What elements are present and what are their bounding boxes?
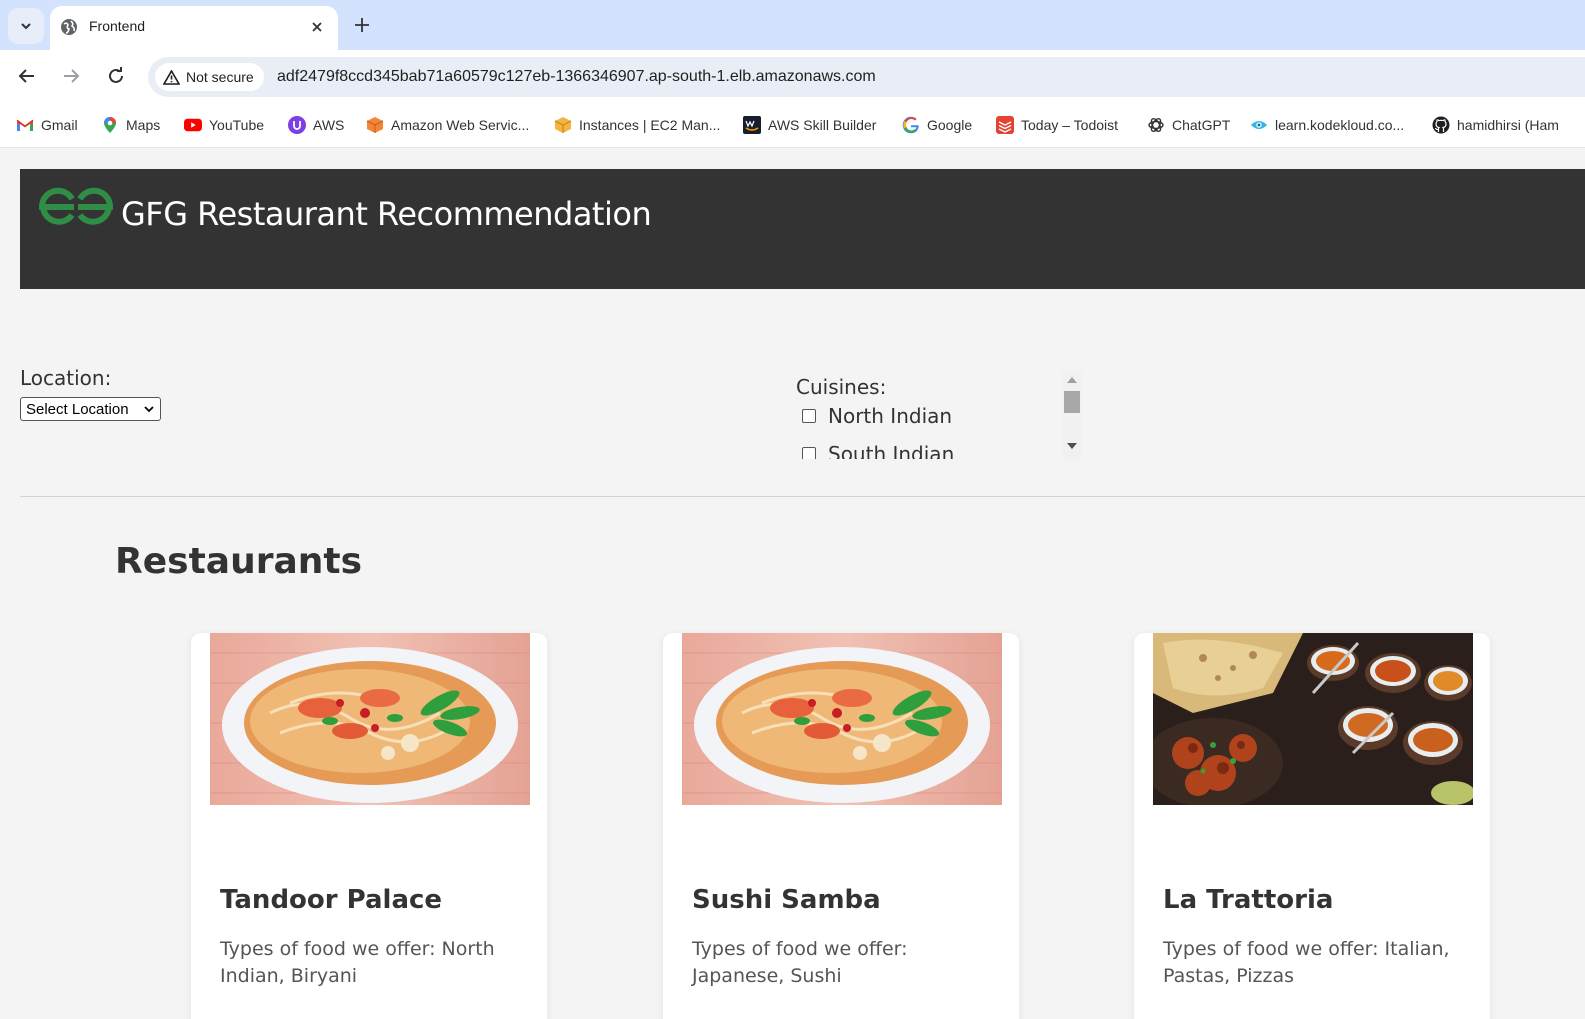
browser-toolbar: Not secure adf2479f8ccd345bab71a60579c12… bbox=[0, 50, 1585, 102]
bookmark-aws-skill-builder[interactable]: AWS Skill Builder bbox=[743, 114, 876, 136]
bookmark-label: Today – Todoist bbox=[1021, 117, 1119, 133]
location-select[interactable]: Select Location bbox=[20, 397, 161, 421]
kodekloud-icon bbox=[1250, 116, 1268, 134]
location-label: Location: bbox=[20, 366, 112, 390]
bookmark-amazon-web-services[interactable]: Amazon Web Servic... bbox=[366, 114, 529, 136]
bookmark-gmail[interactable]: Gmail bbox=[16, 114, 78, 136]
chevron-down-icon bbox=[144, 406, 154, 413]
google-icon bbox=[902, 116, 920, 134]
scroll-thumb[interactable] bbox=[1064, 391, 1080, 413]
close-icon[interactable] bbox=[306, 16, 328, 38]
divider bbox=[20, 496, 1585, 497]
restaurant-description: Types of food we offer: Italian, Pastas,… bbox=[1163, 938, 1450, 987]
bookmark-label: Amazon Web Servic... bbox=[391, 117, 530, 133]
restaurant-description: Types of food we offer: Japanese, Sushi bbox=[692, 938, 908, 987]
browser-tab[interactable]: Frontend bbox=[50, 6, 338, 50]
noodle-soup-image bbox=[210, 633, 530, 805]
scroll-up-arrow-icon[interactable] bbox=[1067, 377, 1077, 383]
bookmark-todoist[interactable]: Today – Todoist bbox=[996, 114, 1118, 136]
restaurant-description: Types of food we offer: North Indian, Bi… bbox=[220, 938, 495, 987]
bookmark-label: hamidhirsi (Ham bbox=[1457, 117, 1559, 133]
bookmark-chatgpt[interactable]: ChatGPT bbox=[1147, 114, 1230, 136]
gfg-logo-icon bbox=[38, 187, 114, 225]
location-select-value: Select Location bbox=[26, 400, 129, 418]
bookmarks-bar: Gmail Maps YouTube AWS Amazon Web Servic… bbox=[0, 102, 1585, 148]
restaurant-name: La Trattoria bbox=[1163, 885, 1334, 915]
cuisines-scrollbar[interactable] bbox=[1062, 371, 1082, 459]
bookmark-google[interactable]: Google bbox=[902, 114, 972, 136]
app-header: GFG Restaurant Recommendation bbox=[20, 169, 1585, 289]
github-icon bbox=[1432, 116, 1450, 134]
cuisine-option[interactable]: South Indian bbox=[802, 442, 954, 459]
tab-title: Frontend bbox=[89, 18, 146, 34]
restaurant-name: Sushi Samba bbox=[692, 885, 881, 915]
chevron-down-icon bbox=[21, 23, 31, 30]
page-title: GFG Restaurant Recommendation bbox=[121, 195, 652, 233]
forward-button[interactable] bbox=[57, 62, 85, 90]
bookmark-maps[interactable]: Maps bbox=[101, 114, 160, 136]
bookmark-label: Google bbox=[927, 117, 973, 133]
bookmark-youtube[interactable]: YouTube bbox=[184, 114, 264, 136]
url-text[interactable]: adf2479f8ccd345bab71a60579c127eb-1366346… bbox=[277, 68, 876, 86]
scroll-down-arrow-icon[interactable] bbox=[1067, 443, 1077, 449]
cuisine-checkbox[interactable] bbox=[802, 409, 816, 423]
aws-icon bbox=[288, 116, 306, 134]
page-content: GFG Restaurant Recommendation Location: … bbox=[0, 149, 1585, 1019]
bookmark-label: AWS bbox=[313, 117, 345, 133]
chatgpt-icon bbox=[1147, 116, 1165, 134]
reload-icon bbox=[109, 67, 123, 83]
security-chip[interactable]: Not secure bbox=[155, 63, 264, 91]
browser-tab-strip: Frontend bbox=[0, 0, 1585, 50]
bookmark-label: ChatGPT bbox=[1172, 117, 1231, 133]
cuisine-option[interactable]: North Indian bbox=[802, 404, 952, 428]
arrow-left-icon bbox=[18, 69, 34, 83]
maps-icon bbox=[101, 116, 119, 134]
bookmark-aws[interactable]: AWS bbox=[288, 114, 344, 136]
aws-skill-builder-icon bbox=[743, 116, 761, 134]
tab-search-button[interactable] bbox=[8, 8, 44, 44]
indian-platter-image bbox=[1153, 633, 1473, 805]
todoist-icon bbox=[996, 116, 1014, 134]
noodle-soup-image bbox=[682, 633, 1002, 805]
cuisine-label: North Indian bbox=[828, 404, 953, 428]
restaurants-heading: Restaurants bbox=[115, 541, 363, 582]
bookmark-label: Gmail bbox=[41, 117, 78, 133]
bookmark-label: AWS Skill Builder bbox=[768, 117, 877, 133]
address-bar[interactable]: Not secure adf2479f8ccd345bab71a60579c12… bbox=[148, 57, 1585, 97]
cuisine-checkbox[interactable] bbox=[802, 447, 816, 459]
restaurant-card[interactable]: Sushi Samba Types of food we offer: Japa… bbox=[663, 633, 1019, 1019]
bookmark-label: Instances | EC2 Man... bbox=[579, 117, 721, 133]
cuisines-label: Cuisines: bbox=[796, 375, 887, 399]
reload-button[interactable] bbox=[102, 62, 130, 90]
gmail-icon bbox=[16, 116, 34, 134]
back-button[interactable] bbox=[13, 62, 41, 90]
restaurant-card[interactable]: La Trattoria Types of food we offer: Ita… bbox=[1134, 633, 1490, 1019]
restaurant-name: Tandoor Palace bbox=[220, 885, 443, 915]
globe-icon bbox=[61, 19, 77, 35]
new-tab-button[interactable] bbox=[349, 12, 375, 38]
security-label: Not secure bbox=[186, 69, 254, 85]
bookmark-label: YouTube bbox=[209, 117, 265, 133]
restaurant-card[interactable]: Tandoor Palace Types of food we offer: N… bbox=[191, 633, 547, 1019]
plus-icon bbox=[355, 18, 369, 32]
bookmark-ec2-instances[interactable]: Instances | EC2 Man... bbox=[554, 114, 720, 136]
cuisine-label: South Indian bbox=[828, 442, 955, 459]
bookmark-kodekloud[interactable]: learn.kodekloud.co... bbox=[1250, 114, 1404, 136]
arrow-right-icon bbox=[64, 69, 80, 83]
warning-icon bbox=[163, 69, 180, 85]
bookmark-github[interactable]: hamidhirsi (Ham bbox=[1432, 114, 1559, 136]
youtube-icon bbox=[184, 116, 202, 134]
aws-cube-icon bbox=[366, 116, 384, 134]
cuisines-box[interactable]: Cuisines: North Indian South Indian bbox=[796, 371, 1083, 459]
bookmark-label: learn.kodekloud.co... bbox=[1275, 117, 1405, 133]
bookmark-label: Maps bbox=[126, 117, 161, 133]
ec2-icon bbox=[554, 116, 572, 134]
